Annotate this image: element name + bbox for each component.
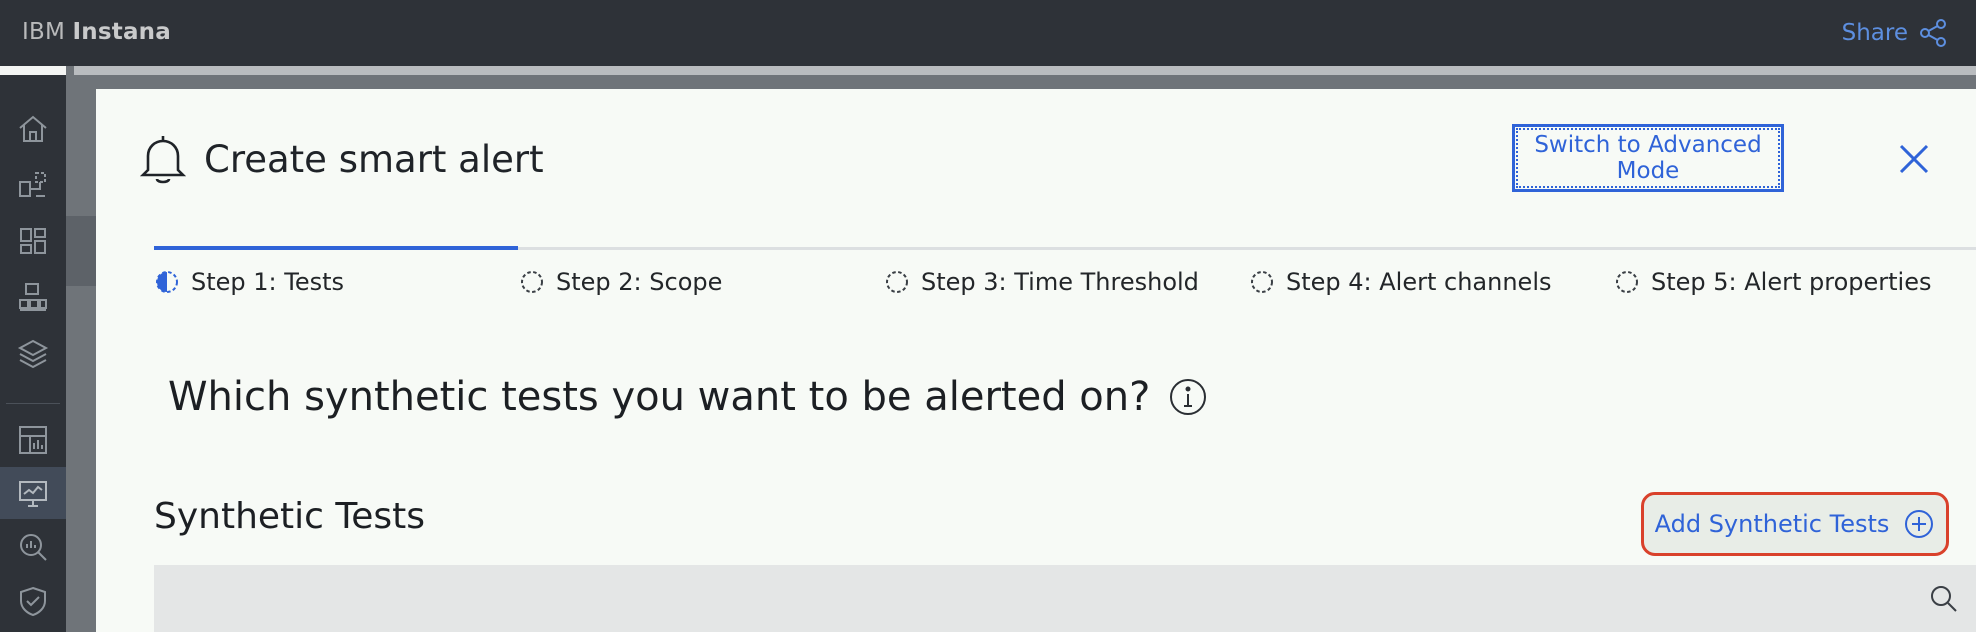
step-time-threshold[interactable]: Step 3: Time Threshold <box>884 264 1199 300</box>
events-icon <box>20 586 46 617</box>
brand-logo[interactable]: IBM Instana <box>22 19 171 45</box>
nav-home[interactable] <box>0 103 66 155</box>
brand-name: Instana <box>72 19 171 45</box>
step-alert-properties[interactable]: Step 5: Alert properties <box>1614 264 1932 300</box>
nav-dashboards[interactable] <box>0 414 66 466</box>
topology-icon <box>19 172 46 197</box>
question-text: Which synthetic tests you want to be ale… <box>168 374 1151 420</box>
add-button-label: Add Synthetic Tests <box>1654 510 1890 538</box>
close-icon <box>1899 144 1929 174</box>
bell-icon <box>139 136 187 184</box>
analyze-icon <box>20 534 47 561</box>
switch-to-advanced-mode-button[interactable]: Switch to Advanced Mode <box>1512 124 1784 192</box>
synthetic-monitoring-icon <box>19 481 47 507</box>
step-label: Step 2: Scope <box>556 268 723 296</box>
section-title: Synthetic Tests <box>154 496 426 537</box>
step-incomplete-icon <box>521 271 543 293</box>
home-icon <box>19 115 47 142</box>
step-label: Step 4: Alert channels <box>1286 268 1552 296</box>
share-icon <box>1920 19 1946 47</box>
create-smart-alert-panel: Create smart alert Switch to Advanced Mo… <box>96 89 1976 632</box>
left-navigation <box>0 75 66 632</box>
share-button[interactable]: Share <box>1842 14 1948 52</box>
step-in-progress-icon <box>156 271 178 293</box>
step-incomplete-icon <box>1616 271 1638 293</box>
dashboards-icon <box>19 426 47 454</box>
platforms-icon <box>17 339 49 369</box>
nav-synthetic-monitoring[interactable] <box>0 467 66 519</box>
step-alert-channels[interactable]: Step 4: Alert channels <box>1249 264 1552 300</box>
nav-applications[interactable] <box>0 215 66 267</box>
info-icon[interactable] <box>1168 377 1208 417</box>
nav-events[interactable] <box>0 575 66 627</box>
add-synthetic-tests-button[interactable]: Add Synthetic Tests <box>1641 492 1949 556</box>
panel-header: Create smart alert <box>138 131 544 187</box>
step-scope[interactable]: Step 2: Scope <box>519 264 722 300</box>
nav-topology[interactable] <box>0 159 66 211</box>
add-circle-icon <box>1905 510 1934 538</box>
top-bar: IBM Instana Share <box>0 0 1976 66</box>
nav-platforms[interactable] <box>0 327 66 379</box>
applications-icon <box>20 228 46 254</box>
step-incomplete-icon <box>1251 271 1273 293</box>
nav-divider <box>6 403 60 404</box>
panel-title: Create smart alert <box>204 137 544 181</box>
backdrop-header <box>74 66 1976 75</box>
step-tests[interactable]: Step 1: Tests <box>154 264 344 300</box>
brand-prefix: IBM <box>22 19 66 45</box>
question-heading: Which synthetic tests you want to be ale… <box>168 374 1208 420</box>
progress-active-segment <box>154 246 518 250</box>
search-icon[interactable] <box>1928 583 1960 615</box>
nav-analyze[interactable] <box>0 521 66 573</box>
step-label: Step 3: Time Threshold <box>921 268 1199 296</box>
synthetic-tests-table <box>154 565 1976 632</box>
close-button[interactable] <box>1892 137 1936 181</box>
step-label: Step 1: Tests <box>191 268 345 296</box>
share-label: Share <box>1841 20 1908 46</box>
nav-infrastructure[interactable] <box>0 271 66 323</box>
infrastructure-icon <box>19 283 47 311</box>
backdrop-strip <box>66 216 96 286</box>
step-incomplete-icon <box>886 271 908 293</box>
step-label: Step 5: Alert properties <box>1651 268 1932 296</box>
